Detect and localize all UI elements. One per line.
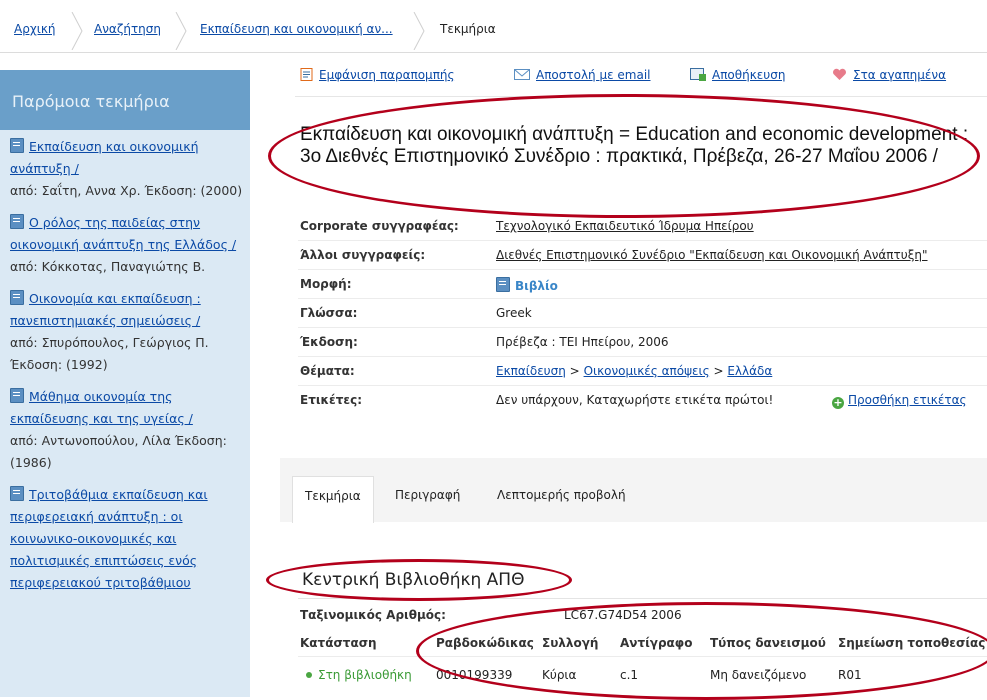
similar-item-link[interactable]: Οικονομία και εκπαίδευση : πανεπιστημιακ… (10, 291, 201, 328)
holdings-divider (298, 598, 987, 599)
save-button[interactable]: Αποθήκευση (690, 68, 785, 82)
available-icon (306, 672, 312, 678)
citation-icon (300, 68, 313, 81)
similar-item: Τριτοβάθμια εκπαίδευση και περιφερειακή … (10, 484, 246, 594)
envelope-icon (514, 69, 530, 80)
breadcrumb-separator (71, 12, 83, 50)
similar-items-list: Εκπαίδευση και οικονομική ανάπτυξη / από… (10, 136, 246, 604)
similar-item: Μάθημα οικονομία της εκπαίδευσης και της… (10, 386, 246, 474)
call-number: LC67.G74D54 2006 (564, 608, 682, 622)
similar-item-author: από: Σπυρόπουλος, Γεώργιος Π. Έκδοση: (1… (10, 335, 209, 372)
record-details-table: Corporate συγγραφέας: Τεχνολογικό Εκπαιδ… (298, 212, 987, 414)
similar-item-author: από: Κόκκοτας, Παναγιώτης Β. (10, 259, 206, 274)
favorites-button[interactable]: Στα αγαπημένα (832, 68, 946, 82)
holdings-header-row: Κατάσταση Ραβδοκώδικας Συλλογή Αντίγραφο… (298, 632, 987, 657)
breadcrumb-separator (413, 12, 425, 50)
sidebar-title: Παρόμοια τεκμήρια (12, 92, 170, 111)
breadcrumb-record[interactable]: Εκπαίδευση και οικονομική αν... (200, 22, 393, 36)
other-authors-link[interactable]: Διεθνές Επιστημονικό Συνέδριο "Εκπαίδευσ… (496, 248, 928, 262)
detail-row-format: Μορφή: Βιβλίο (298, 270, 987, 299)
record-toolbar: Εμφάνιση παραπομπής Αποστολή με email Απ… (300, 68, 970, 90)
breadcrumb-home[interactable]: Αρχική (14, 22, 56, 36)
record-title: Εκπαίδευση και οικονομική ανάπτυξη = Edu… (300, 124, 969, 167)
location-note: R01 (838, 668, 862, 682)
email-button[interactable]: Αποστολή με email (514, 68, 651, 82)
book-icon (496, 277, 510, 292)
detail-row-edition: Έκδοση: Πρέβεζα : ΤΕΙ Ηπείρου, 2006 (298, 328, 987, 357)
similar-item-link[interactable]: Τριτοβάθμια εκπαίδευση και περιφερειακή … (10, 487, 208, 590)
subject-link[interactable]: Οικονομικές απόψεις (584, 364, 710, 378)
save-icon (690, 68, 706, 81)
corporate-author-link[interactable]: Τεχνολογικό Εκπαιδευτικό Ίδρυμα Ηπείρου (496, 219, 754, 233)
subject-link[interactable]: Εκπαίδευση (496, 364, 566, 378)
similar-item: Οικονομία και εκπαίδευση : πανεπιστημιακ… (10, 288, 246, 376)
availability-status: Στη βιβλιοθήκη (306, 668, 412, 682)
call-number-row: Ταξινομικός Αριθμός: LC67.G74D54 2006 (300, 608, 682, 622)
sidebar-header: Παρόμοια τεκμήρια (0, 70, 250, 130)
similar-item-link[interactable]: Εκπαίδευση και οικονομική ανάπτυξη / (10, 139, 199, 176)
cite-button[interactable]: Εμφάνιση παραπομπής (300, 68, 455, 82)
similar-item-author: από: Αντωνοπούλου, Λίλα Έκδοση: (1986) (10, 433, 227, 470)
book-icon (10, 388, 24, 403)
breadcrumb-current: Τεκμήρια (440, 22, 496, 36)
similar-item: Εκπαίδευση και οικονομική ανάπτυξη / από… (10, 136, 246, 202)
format-value: Βιβλίο (515, 279, 558, 293)
tags-value: Δεν υπάρχουν, Καταχωρήστε ετικέτα πρώτοι… (496, 393, 774, 407)
tab-detailed-view[interactable]: Λεπτομερής προβολή (497, 476, 626, 522)
detail-row-other-authors: Άλλοι συγγραφείς: Διεθνές Επιστημονικό Σ… (298, 241, 987, 270)
detail-row-subjects: Θέματα: Εκπαίδευση > Οικονομικές απόψεις… (298, 357, 987, 386)
collection: Κύρια (542, 668, 577, 682)
tab-description[interactable]: Περιγραφή (395, 476, 460, 522)
loan-type: Μη δανειζόμενο (710, 668, 807, 682)
subject-link[interactable]: Ελλάδα (727, 364, 772, 378)
language-value: Greek (496, 306, 532, 320)
library-name: Κεντρική Βιβλιοθήκη ΑΠΘ (302, 570, 525, 590)
breadcrumb-separator (175, 12, 187, 50)
detail-row-language: Γλώσσα: Greek (298, 299, 987, 328)
heart-icon (833, 68, 846, 80)
holdings-item-row: Στη βιβλιοθήκη 0010199339 Κύρια c.1 Μη δ… (298, 664, 987, 688)
breadcrumb: Αρχική Αναζήτηση Εκπαίδευση και οικονομι… (0, 12, 987, 53)
similar-item-link[interactable]: Ο ρόλος της παιδείας στην οικονομική ανά… (10, 215, 236, 252)
toolbar-divider (295, 96, 987, 97)
copy: c.1 (620, 668, 639, 682)
similar-item: Ο ρόλος της παιδείας στην οικονομική ανά… (10, 212, 246, 278)
tab-holdings[interactable]: Τεκμήρια (292, 476, 374, 523)
record-tabs: Τεκμήρια Περιγραφή Λεπτομερής προβολή (280, 458, 987, 523)
add-tag-button[interactable]: + Προσθήκη ετικέτας (832, 393, 967, 409)
book-icon (10, 138, 24, 153)
book-icon (10, 486, 24, 501)
detail-row-corporate-author: Corporate συγγραφέας: Τεχνολογικό Εκπαιδ… (298, 212, 987, 241)
similar-item-link[interactable]: Μάθημα οικονομία της εκπαίδευσης και της… (10, 389, 193, 426)
breadcrumb-search[interactable]: Αναζήτηση (94, 22, 161, 36)
detail-row-tags: Ετικέτες: Δεν υπάρχουν, Καταχωρήστε ετικ… (300, 393, 967, 409)
similar-item-author: από: Σαΐτη, Αννα Χρ. Έκδοση: (2000) (10, 183, 243, 198)
book-icon (10, 290, 24, 305)
similar-items-sidebar: Παρόμοια τεκμήρια Εκπαίδευση και οικονομ… (0, 70, 250, 697)
barcode: 0010199339 (436, 668, 513, 682)
edition-value: Πρέβεζα : ΤΕΙ Ηπείρου, 2006 (496, 335, 669, 349)
plus-icon: + (832, 396, 844, 409)
book-icon (10, 214, 24, 229)
